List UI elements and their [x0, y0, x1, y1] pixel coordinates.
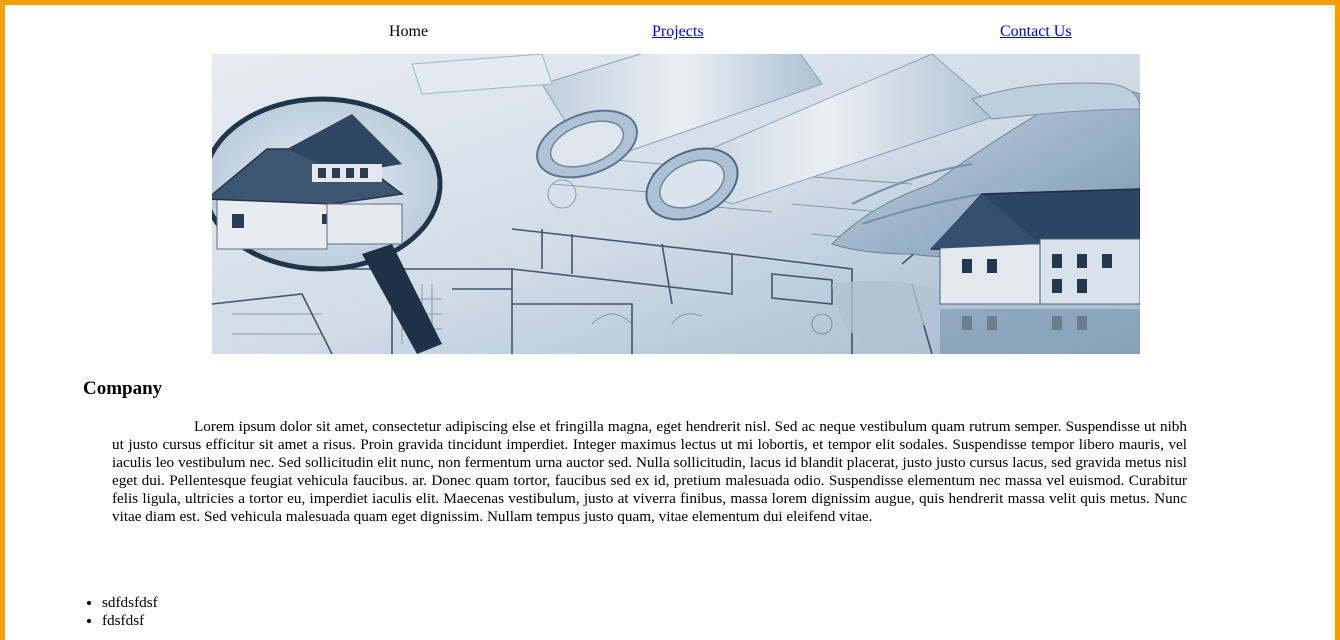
hero-banner-image	[212, 54, 1140, 354]
bullet-list: sdfdsfdsf fdsfdsf	[62, 594, 158, 630]
nav-projects-link[interactable]: Projects	[652, 23, 704, 41]
page-frame: Home Projects Contact Us Company Lorem i…	[0, 0, 1340, 640]
list-item: sdfdsfdsf	[102, 594, 158, 612]
nav-home: Home	[389, 23, 429, 40]
company-heading: Company	[83, 378, 163, 399]
company-description: Lorem ipsum dolor sit amet, consectetur …	[112, 418, 1187, 525]
top-nav: Home Projects Contact Us	[5, 23, 1335, 45]
nav-contact-link[interactable]: Contact Us	[1000, 23, 1072, 41]
list-item: fdsfdsf	[102, 612, 158, 630]
